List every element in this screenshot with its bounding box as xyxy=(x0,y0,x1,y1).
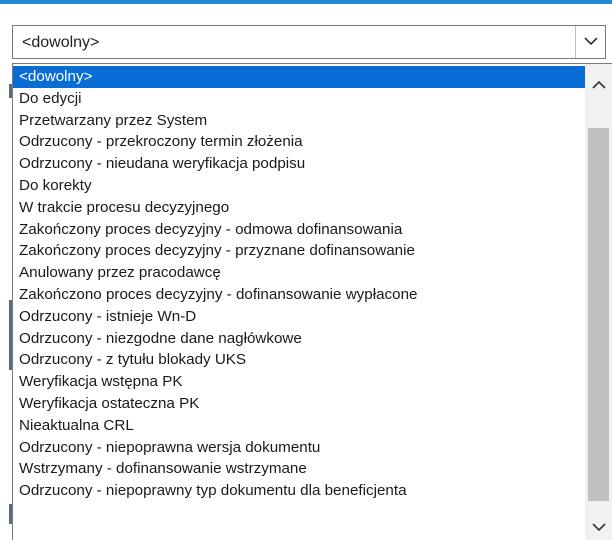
dropdown-option[interactable]: Wstrzymany - dofinansowanie wstrzymane xyxy=(13,458,585,480)
scrollbar[interactable] xyxy=(585,64,612,540)
dropdown-option[interactable]: Odrzucony - niezgodne dane nagłówkowe xyxy=(13,328,585,350)
select-toggle-button[interactable] xyxy=(575,26,605,58)
dropdown-option[interactable]: Przetwarzany przez System xyxy=(13,110,585,132)
scroll-up-button[interactable] xyxy=(585,74,612,98)
dropdown-list[interactable]: <dowolny> Do edycji Przetwarzany przez Sys… xyxy=(12,63,612,540)
dropdown-option[interactable]: Do korekty xyxy=(13,175,585,197)
dropdown-option[interactable]: Odrzucony - nieudana weryfikacja podpisu xyxy=(13,153,585,175)
status-select[interactable]: <dowolny> xyxy=(12,25,606,59)
scroll-thumb[interactable] xyxy=(588,128,609,501)
chevron-down-icon xyxy=(584,37,598,46)
chevron-up-icon xyxy=(592,80,606,89)
options-list: <dowolny> Do edycji Przetwarzany przez Sys… xyxy=(13,66,585,502)
dropdown-option[interactable]: Odrzucony - niepoprawna wersja dokumentu xyxy=(13,437,585,459)
dropdown-option[interactable]: Zakończono proces decyzyjny - dofinansow… xyxy=(13,284,585,306)
dropdown-option[interactable]: Odrzucony - istnieje Wn-D xyxy=(13,306,585,328)
dropdown-option[interactable]: Do edycji xyxy=(13,88,585,110)
dropdown-option[interactable]: Zakończony proces decyzyjny - odmowa dof… xyxy=(13,219,585,241)
dropdown-option[interactable]: Weryfikacja wstępna PK xyxy=(13,371,585,393)
background-page-edge xyxy=(0,4,12,540)
dropdown-option[interactable]: Nieaktualna CRL xyxy=(13,415,585,437)
dropdown-option[interactable]: Weryfikacja ostateczna PK xyxy=(13,393,585,415)
chevron-down-icon xyxy=(592,523,606,532)
dropdown-option[interactable]: Odrzucony - niepoprawny typ dokumentu dl… xyxy=(13,480,585,502)
top-accent-bar xyxy=(0,0,612,4)
dropdown-option[interactable]: Anulowany przez pracodawcę xyxy=(13,262,585,284)
select-current-value: <dowolny> xyxy=(22,34,100,51)
dropdown-option[interactable]: <dowolny> xyxy=(13,66,585,88)
dropdown-option[interactable]: Zakończony proces decyzyjny - przyznane … xyxy=(13,240,585,262)
dropdown-option[interactable]: Odrzucony - przekroczony termin złożenia xyxy=(13,131,585,153)
page: <dowolny> <dowolny> Do edycji Przetwarzany… xyxy=(0,0,612,540)
dropdown-option[interactable]: W trakcie procesu decyzyjnego xyxy=(13,197,585,219)
dropdown-option[interactable]: Odrzucony - z tytułu blokady UKS xyxy=(13,349,585,371)
scroll-down-button[interactable] xyxy=(585,516,612,540)
